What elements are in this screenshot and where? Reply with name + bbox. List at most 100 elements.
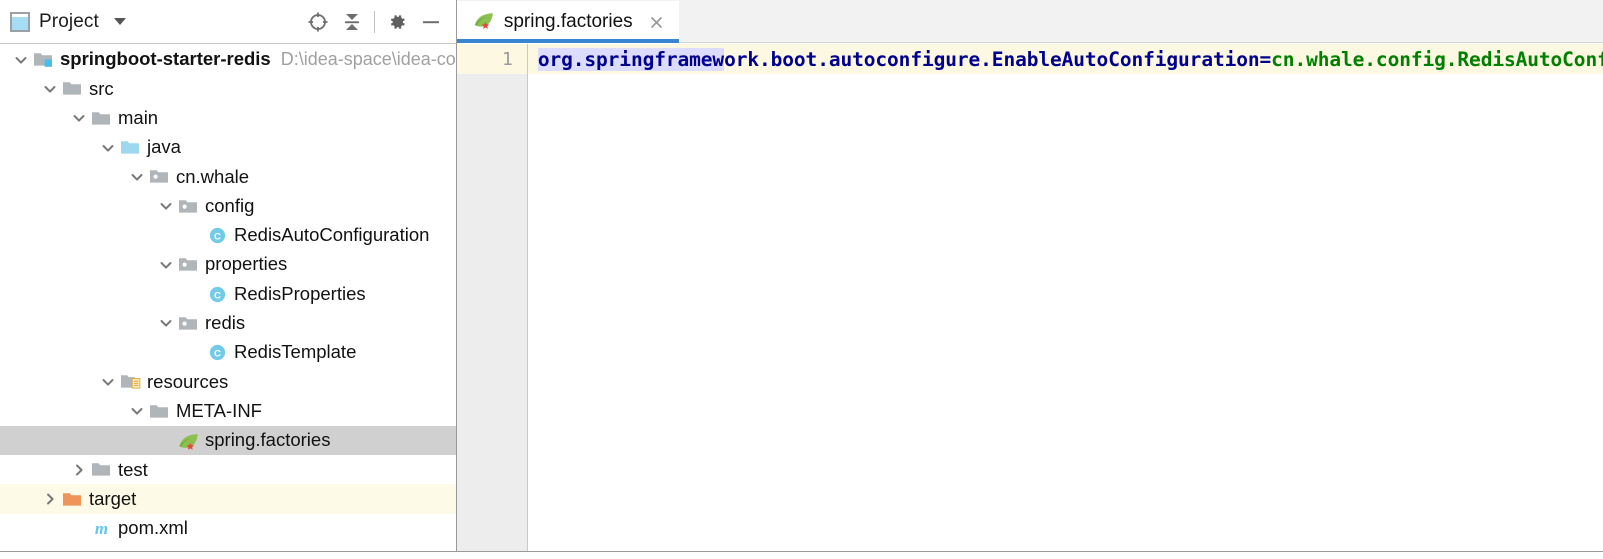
excluded-folder-icon (61, 489, 84, 509)
resources-folder-icon (119, 372, 142, 392)
project-window-icon (10, 11, 30, 32)
tree-row-label: cn.whale (176, 165, 250, 187)
tree-arrow-placeholder (155, 426, 177, 455)
toolbar-separator (373, 10, 375, 33)
folder-icon (90, 460, 113, 480)
maven-icon: m (90, 518, 113, 538)
tree-row-label: src (89, 77, 114, 99)
tree-row-label: spring.factories (205, 429, 331, 451)
folder-icon (90, 108, 113, 128)
tree-row-redisproperties[interactable]: C RedisProperties (0, 279, 456, 308)
tree-row-label: resources (147, 370, 229, 392)
tree-row-label: properties (205, 253, 288, 275)
chevron-down-icon[interactable] (10, 45, 32, 74)
java-class-icon: C (206, 284, 229, 304)
code-token-key-selected: org.springframew (537, 47, 725, 71)
tree-row-label: RedisAutoConfiguration (234, 224, 430, 246)
tree-row-test[interactable]: test (0, 455, 456, 484)
tree-row-label: config (205, 194, 255, 216)
tree-arrow-placeholder (184, 280, 206, 309)
tree-row-resources[interactable]: resources (0, 367, 456, 396)
tree-row-main[interactable]: main (0, 104, 456, 133)
source-folder-icon (119, 138, 142, 158)
tree-arrow-placeholder (184, 221, 206, 250)
project-title: Project (39, 10, 99, 32)
tab-label: spring.factories (503, 11, 633, 32)
tree-row-config[interactable]: config (0, 191, 456, 220)
chevron-down-icon[interactable] (126, 397, 148, 426)
tree-row-label: redis (205, 312, 246, 334)
tree-row-redisautoconfiguration[interactable]: C RedisAutoConfiguration (0, 221, 456, 250)
tree-row-label: pom.xml (118, 517, 188, 539)
chevron-down-icon[interactable] (155, 192, 177, 221)
code-pane[interactable]: org.springframew ork.boot.autoconfigure.E… (527, 44, 1603, 559)
package-icon (148, 167, 171, 187)
tree-row-label: META-INF (176, 399, 262, 421)
tree-arrow-placeholder (68, 514, 90, 543)
tree-row-label: target (89, 487, 137, 509)
locate-icon[interactable] (301, 7, 335, 37)
tree-row-label: RedisProperties (234, 282, 366, 304)
svg-text:C: C (214, 231, 221, 242)
tree-row-target[interactable]: target (0, 484, 456, 514)
chevron-right-icon[interactable] (39, 485, 61, 514)
package-icon (177, 196, 200, 216)
chevron-down-icon[interactable] (126, 162, 148, 191)
code-token-value: cn.whale.config.RedisAutoConfiguration (1271, 47, 1603, 71)
folder-icon (61, 79, 84, 99)
editor-body: 1 org.springframew ork.boot.autoconfigure… (456, 43, 1603, 559)
tree-row-springboot-starter-redis[interactable]: springboot-starter-redis D:\idea-space\id… (0, 45, 456, 74)
tree-row-label: RedisTemplate (234, 341, 357, 363)
tree-row-pom-xml[interactable]: m pom.xml (0, 514, 456, 543)
chevron-down-icon[interactable] (155, 250, 177, 279)
collapse-all-icon[interactable] (335, 7, 369, 37)
chevron-down-icon[interactable] (155, 309, 177, 338)
minimize-icon[interactable] (414, 7, 448, 37)
svg-text:m: m (95, 519, 108, 538)
tree-row-label: java (147, 136, 181, 158)
editor-area: spring.factories 1 org.springframew ork.b… (456, 0, 1603, 559)
module-folder-icon (32, 50, 55, 70)
tree-row-path: D:\idea-space\idea-co (280, 49, 456, 70)
close-icon[interactable] (647, 12, 667, 32)
tree-row-redis[interactable]: redis (0, 309, 456, 338)
chevron-down-icon[interactable] (39, 74, 61, 103)
folder-icon (148, 401, 171, 421)
idea-window: Project springboot-starter-redis D:\idea… (0, 0, 1603, 559)
tab-spring-factories[interactable]: spring.factories (456, 1, 679, 43)
code-line-1[interactable]: org.springframew ork.boot.autoconfigure.E… (527, 44, 1603, 74)
tree-row-meta-inf[interactable]: META-INF (0, 397, 456, 426)
tree-row-src[interactable]: src (0, 74, 456, 103)
package-icon (177, 255, 200, 275)
chevron-down-icon[interactable] (68, 104, 90, 133)
project-tool-window: Project springboot-starter-redis D:\idea… (0, 0, 471, 559)
svg-text:C: C (214, 290, 221, 301)
tree-row-cn-whale[interactable]: cn.whale (0, 162, 456, 191)
tree-row-label: test (118, 458, 148, 480)
project-toolbar: Project (0, 0, 456, 44)
tree-row-java[interactable]: java (0, 133, 456, 162)
tree-row-label: springboot-starter-redis (60, 48, 271, 70)
window-bottom-strip (0, 551, 1603, 559)
java-class-icon: C (206, 343, 229, 363)
svg-text:C: C (214, 349, 221, 360)
tree-row-properties[interactable]: properties (0, 250, 456, 279)
tree-arrow-placeholder (184, 338, 206, 367)
chevron-down-icon[interactable] (97, 133, 119, 162)
chevron-down-icon[interactable] (97, 367, 119, 396)
chevron-down-icon[interactable] (113, 18, 126, 25)
editor-tabs-bar: spring.factories (456, 0, 1603, 43)
package-icon (177, 313, 200, 333)
spring-leaf-icon (177, 431, 200, 451)
tree-row-redistemplate[interactable]: C RedisTemplate (0, 338, 456, 367)
chevron-right-icon[interactable] (68, 455, 90, 484)
tree-row-spring-factories[interactable]: spring.factories (0, 425, 456, 456)
project-toolbar-actions (301, 7, 448, 37)
code-token-equals: = (1259, 47, 1272, 71)
project-title-group[interactable]: Project (10, 11, 301, 33)
project-tree[interactable]: springboot-starter-redis D:\idea-space\id… (0, 44, 456, 559)
java-class-icon: C (206, 225, 229, 245)
gear-icon[interactable] (380, 7, 414, 37)
code-token-key-rest: ork.boot.autoconfigure.EnableAutoConfigu… (724, 47, 1260, 71)
editor-gutter[interactable]: 1 (456, 44, 528, 559)
